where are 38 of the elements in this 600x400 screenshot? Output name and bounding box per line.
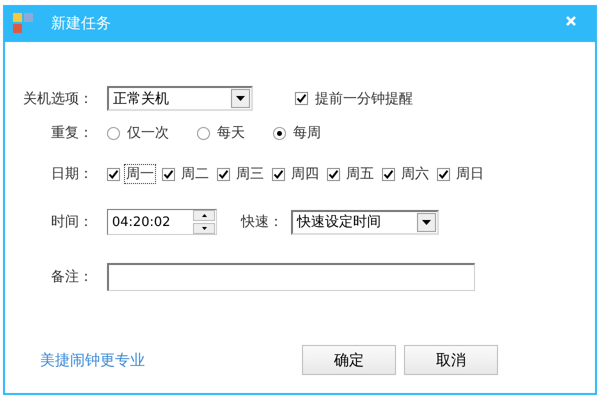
field-label: 时间： — [50, 213, 93, 231]
field-label: 重复： — [50, 124, 93, 142]
radio-label[interactable]: 每周 — [293, 124, 321, 142]
checkbox-label[interactable]: 周五 — [344, 164, 376, 184]
field-label: 快速： — [241, 213, 283, 231]
checkbox-label[interactable]: 周一 — [124, 164, 156, 184]
checkbox[interactable] — [327, 168, 340, 180]
checkbox[interactable] — [295, 92, 308, 105]
checkbox[interactable] — [437, 168, 450, 180]
note-field[interactable] — [107, 263, 475, 291]
field-label: 备注： — [50, 268, 93, 286]
cancel-button[interactable]: 取消 — [404, 345, 498, 375]
checkbox-label[interactable]: 周二 — [179, 164, 211, 184]
spin-up-icon[interactable] — [193, 210, 215, 221]
checkbox[interactable] — [272, 168, 285, 180]
checkbox[interactable] — [107, 168, 120, 180]
checkbox-label[interactable]: 周三 — [234, 164, 266, 184]
window-title: 新建任务 — [51, 14, 112, 33]
checkbox-label[interactable]: 提前一分钟提醒 — [315, 90, 413, 108]
spin-down-icon[interactable] — [193, 223, 215, 234]
radio-button[interactable] — [273, 126, 286, 140]
radio-button[interactable] — [107, 126, 120, 140]
checkbox-label[interactable]: 周四 — [289, 164, 321, 184]
promo-link[interactable]: 美捷闹钟更专业 — [40, 350, 302, 370]
checkbox-label[interactable]: 周日 — [454, 164, 486, 184]
time-spinner[interactable]: 04:20:02 — [107, 209, 217, 235]
checkbox[interactable] — [217, 168, 230, 180]
checkbox-label[interactable]: 周六 — [399, 164, 431, 184]
radio-label[interactable]: 仅一次 — [127, 124, 169, 142]
shutdown-dropdown[interactable]: 正常关机 — [107, 86, 253, 111]
checkbox[interactable] — [382, 168, 395, 180]
radio-label[interactable]: 每天 — [217, 124, 245, 142]
radio-button[interactable] — [197, 126, 210, 140]
quick-time-dropdown[interactable]: 快速设定时间 — [291, 210, 439, 234]
field-label: 关机选项： — [22, 90, 93, 108]
checkbox[interactable] — [162, 168, 175, 180]
ok-button[interactable]: 确定 — [302, 345, 396, 375]
field-label: 日期： — [50, 165, 93, 183]
